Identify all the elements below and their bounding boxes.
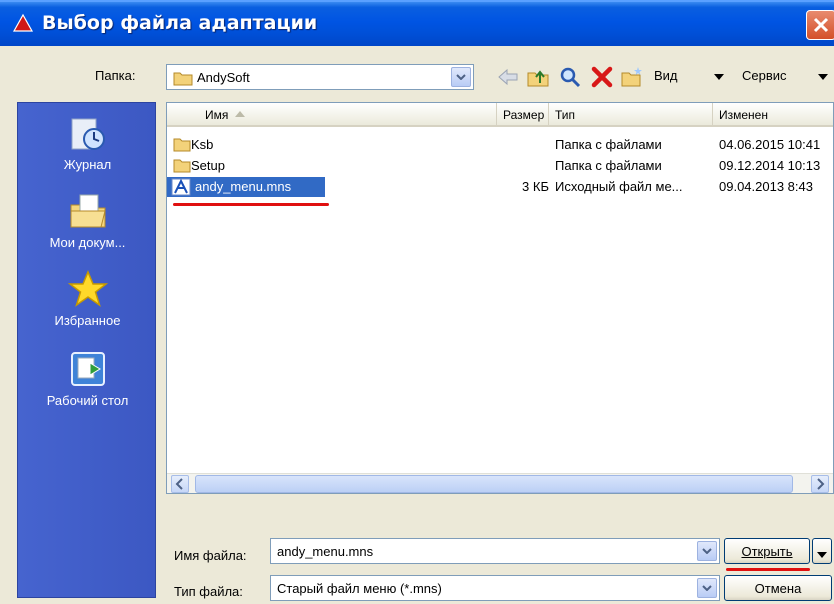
close-button[interactable]: [806, 10, 834, 40]
file-name: Setup: [191, 158, 225, 173]
my-documents-icon: [70, 194, 106, 228]
up-folder-icon[interactable]: [526, 65, 550, 89]
scroll-thumb[interactable]: [195, 475, 793, 493]
file-row[interactable]: Setup Папка с файлами 09.12.2014 10:13: [167, 156, 833, 176]
place-my-documents-label: Мои докум...: [49, 235, 126, 250]
folder-icon: [173, 138, 191, 152]
file-modified: 09.12.2014 10:13: [719, 158, 821, 173]
title-bar[interactable]: Выбор файла адаптации: [0, 0, 834, 46]
places-bar: Журнал Мои докум... Избранное Рабочий ст…: [17, 102, 156, 598]
chevron-down-icon: [456, 74, 466, 80]
view-menu[interactable]: Вид: [654, 68, 678, 83]
folder-icon: [173, 159, 191, 173]
folder-label: Папка:: [95, 68, 136, 83]
folder-icon: [173, 72, 193, 86]
file-list[interactable]: Имя Размер Тип Изменен Ksb Папка с файла…: [166, 102, 834, 494]
new-folder-icon[interactable]: [620, 65, 644, 89]
column-name-label: Имя: [205, 108, 229, 122]
tools-dropdown-icon[interactable]: [818, 74, 828, 80]
filetype-combo[interactable]: Старый файл меню (*.mns): [270, 575, 720, 601]
filename-value: andy_menu.mns: [277, 544, 374, 559]
file-name: Ksb: [191, 137, 214, 152]
filetype-dropdown-button[interactable]: [697, 578, 717, 598]
file-modified: 04.06.2015 10:41: [719, 137, 821, 152]
window-title: Выбор файла адаптации: [42, 12, 318, 34]
chevron-down-icon: [702, 548, 712, 554]
column-modified[interactable]: Изменен: [713, 103, 833, 125]
sort-up-icon: [235, 111, 245, 117]
annotation-underline: [173, 203, 329, 206]
file-name: andy_menu.mns: [195, 179, 292, 194]
column-modified-label: Изменен: [719, 108, 768, 122]
desktop-icon: [70, 352, 105, 386]
open-button[interactable]: Открыть: [724, 538, 810, 564]
column-size[interactable]: Размер: [497, 103, 549, 125]
view-dropdown-icon[interactable]: [714, 74, 724, 80]
scroll-left-button[interactable]: [171, 475, 189, 493]
open-options-button[interactable]: [812, 538, 832, 564]
place-history-label: Журнал: [63, 157, 112, 172]
folder-value: AndySoft: [197, 70, 250, 85]
favorites-star-icon: [67, 270, 108, 307]
cancel-button-label: Отмена: [754, 581, 802, 596]
chevron-left-icon: [175, 478, 183, 490]
column-type-label: Тип: [555, 108, 576, 122]
place-favorites[interactable]: Избранное: [18, 269, 157, 328]
scroll-right-button[interactable]: [811, 475, 829, 493]
filetype-value: Старый файл меню (*.mns): [277, 581, 442, 596]
place-desktop[interactable]: Рабочий стол: [18, 349, 157, 408]
file-type: Папка с файлами: [555, 137, 662, 152]
back-arrow-icon[interactable]: [496, 65, 520, 89]
filename-dropdown-button[interactable]: [697, 541, 717, 561]
folder-dropdown-button[interactable]: [451, 67, 471, 87]
file-row-selected[interactable]: andy_menu.mns 3 КБ Исходный файл ме... 0…: [167, 177, 833, 197]
toolbar: Вид Сервис: [496, 62, 834, 92]
place-favorites-label: Избранное: [54, 313, 121, 328]
filename-label: Имя файла:: [174, 548, 247, 563]
chevron-right-icon: [817, 478, 825, 490]
cancel-button[interactable]: Отмена: [724, 575, 832, 601]
column-size-label: Размер: [503, 108, 545, 122]
place-my-documents[interactable]: Мои докум...: [18, 191, 157, 250]
file-size: 3 КБ: [522, 179, 549, 194]
chevron-down-icon: [702, 585, 712, 591]
place-history[interactable]: Журнал: [18, 113, 157, 172]
place-desktop-label: Рабочий стол: [46, 393, 129, 408]
delete-icon[interactable]: [590, 65, 614, 89]
tools-menu[interactable]: Сервис: [742, 68, 787, 83]
search-icon[interactable]: [558, 65, 582, 89]
close-icon: [813, 17, 829, 33]
file-type: Исходный файл ме...: [555, 179, 683, 194]
file-modified: 09.04.2013 8:43: [719, 179, 813, 194]
annotation-underline: [726, 568, 810, 571]
column-header-row: Имя Размер Тип Изменен: [167, 103, 833, 127]
filename-input[interactable]: andy_menu.mns: [270, 538, 720, 564]
chevron-down-icon: [817, 552, 827, 558]
file-type: Папка с файлами: [555, 158, 662, 173]
horizontal-scrollbar[interactable]: [167, 473, 833, 493]
column-name[interactable]: Имя: [167, 103, 497, 125]
column-type[interactable]: Тип: [549, 103, 713, 125]
menu-source-file-icon: [171, 178, 191, 196]
file-row[interactable]: Ksb Папка с файлами 04.06.2015 10:41: [167, 135, 833, 155]
history-icon: [71, 118, 105, 150]
open-button-label: Открыть: [741, 544, 793, 559]
folder-combo[interactable]: AndySoft: [166, 64, 474, 90]
filetype-label: Тип файла:: [174, 584, 243, 599]
app-icon: [12, 13, 34, 32]
